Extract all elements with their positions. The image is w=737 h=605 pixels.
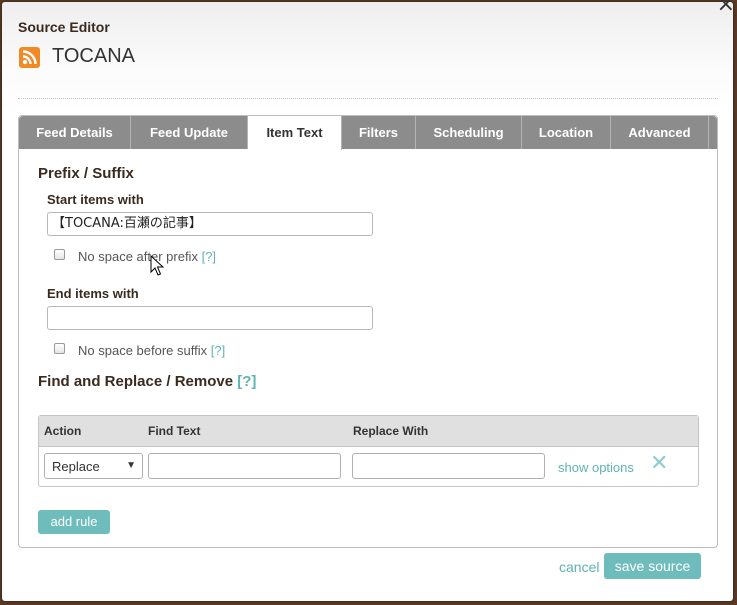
remove-rule-icon[interactable]: ✕ [650, 451, 668, 476]
close-icon[interactable]: × [717, 0, 735, 16]
no-space-prefix-label: No space after prefix [78, 249, 198, 264]
tab-bar: Feed Details Feed Update Item Text Filte… [19, 116, 717, 150]
start-items-input[interactable]: 【TOCANA:百瀬の記事】 [47, 212, 373, 236]
end-items-label: End items with [47, 286, 139, 301]
col-find-text: Find Text [148, 424, 201, 438]
save-source-button[interactable]: save source [604, 553, 701, 579]
tab-feed-details[interactable]: Feed Details [19, 116, 131, 149]
rss-feed-icon [19, 47, 40, 68]
prefix-suffix-title: Prefix / Suffix [38, 165, 134, 182]
tab-feed-update[interactable]: Feed Update [131, 116, 248, 149]
find-replace-title-text: Find and Replace / Remove [38, 373, 234, 390]
no-space-suffix-checkbox[interactable] [54, 343, 65, 354]
tab-filters[interactable]: Filters [342, 116, 416, 149]
no-space-prefix-checkbox[interactable] [54, 249, 65, 260]
source-editor-dialog: × Source Editor TOCANA Feed Details Feed… [2, 0, 735, 601]
col-action: Action [44, 424, 82, 438]
tab-scheduling[interactable]: Scheduling [416, 116, 522, 149]
header-divider [18, 98, 718, 99]
tab-location[interactable]: Location [522, 116, 611, 149]
editor-panel: Feed Details Feed Update Item Text Filte… [18, 115, 718, 548]
action-select[interactable]: Replace ▼ [44, 453, 143, 479]
start-items-label: Start items with [47, 192, 144, 207]
tab-advanced[interactable]: Advanced [611, 116, 709, 149]
col-replace-with: Replace With [353, 424, 429, 438]
mouse-cursor-icon [150, 254, 165, 282]
feed-name: TOCANA [52, 45, 135, 67]
add-rule-button[interactable]: add rule [38, 510, 110, 534]
tab-item-text[interactable]: Item Text [248, 116, 342, 150]
no-space-suffix-row: No space before suffix [?] [78, 343, 225, 358]
prefix-help-link[interactable]: [?] [202, 249, 216, 264]
find-replace-help-link[interactable]: [?] [237, 373, 256, 390]
replace-with-input[interactable] [352, 453, 545, 479]
no-space-prefix-row: No space after prefix [?] [78, 249, 216, 264]
find-text-input[interactable] [148, 453, 341, 479]
chevron-down-icon: ▼ [126, 460, 136, 471]
action-select-value: Replace [52, 459, 100, 474]
end-items-input[interactable] [47, 306, 373, 330]
cancel-link[interactable]: cancel [559, 559, 599, 575]
show-options-link[interactable]: show options [558, 460, 634, 475]
suffix-help-link[interactable]: [?] [211, 343, 225, 358]
no-space-suffix-label: No space before suffix [78, 343, 208, 358]
find-replace-title: Find and Replace / Remove [?] [38, 373, 256, 390]
rules-header: Action Find Text Replace With [39, 416, 698, 447]
dialog-header: × Source Editor TOCANA [2, 0, 735, 112]
rules-table: Action Find Text Replace With Replace ▼ … [38, 415, 699, 487]
dialog-title: Source Editor [18, 19, 110, 35]
